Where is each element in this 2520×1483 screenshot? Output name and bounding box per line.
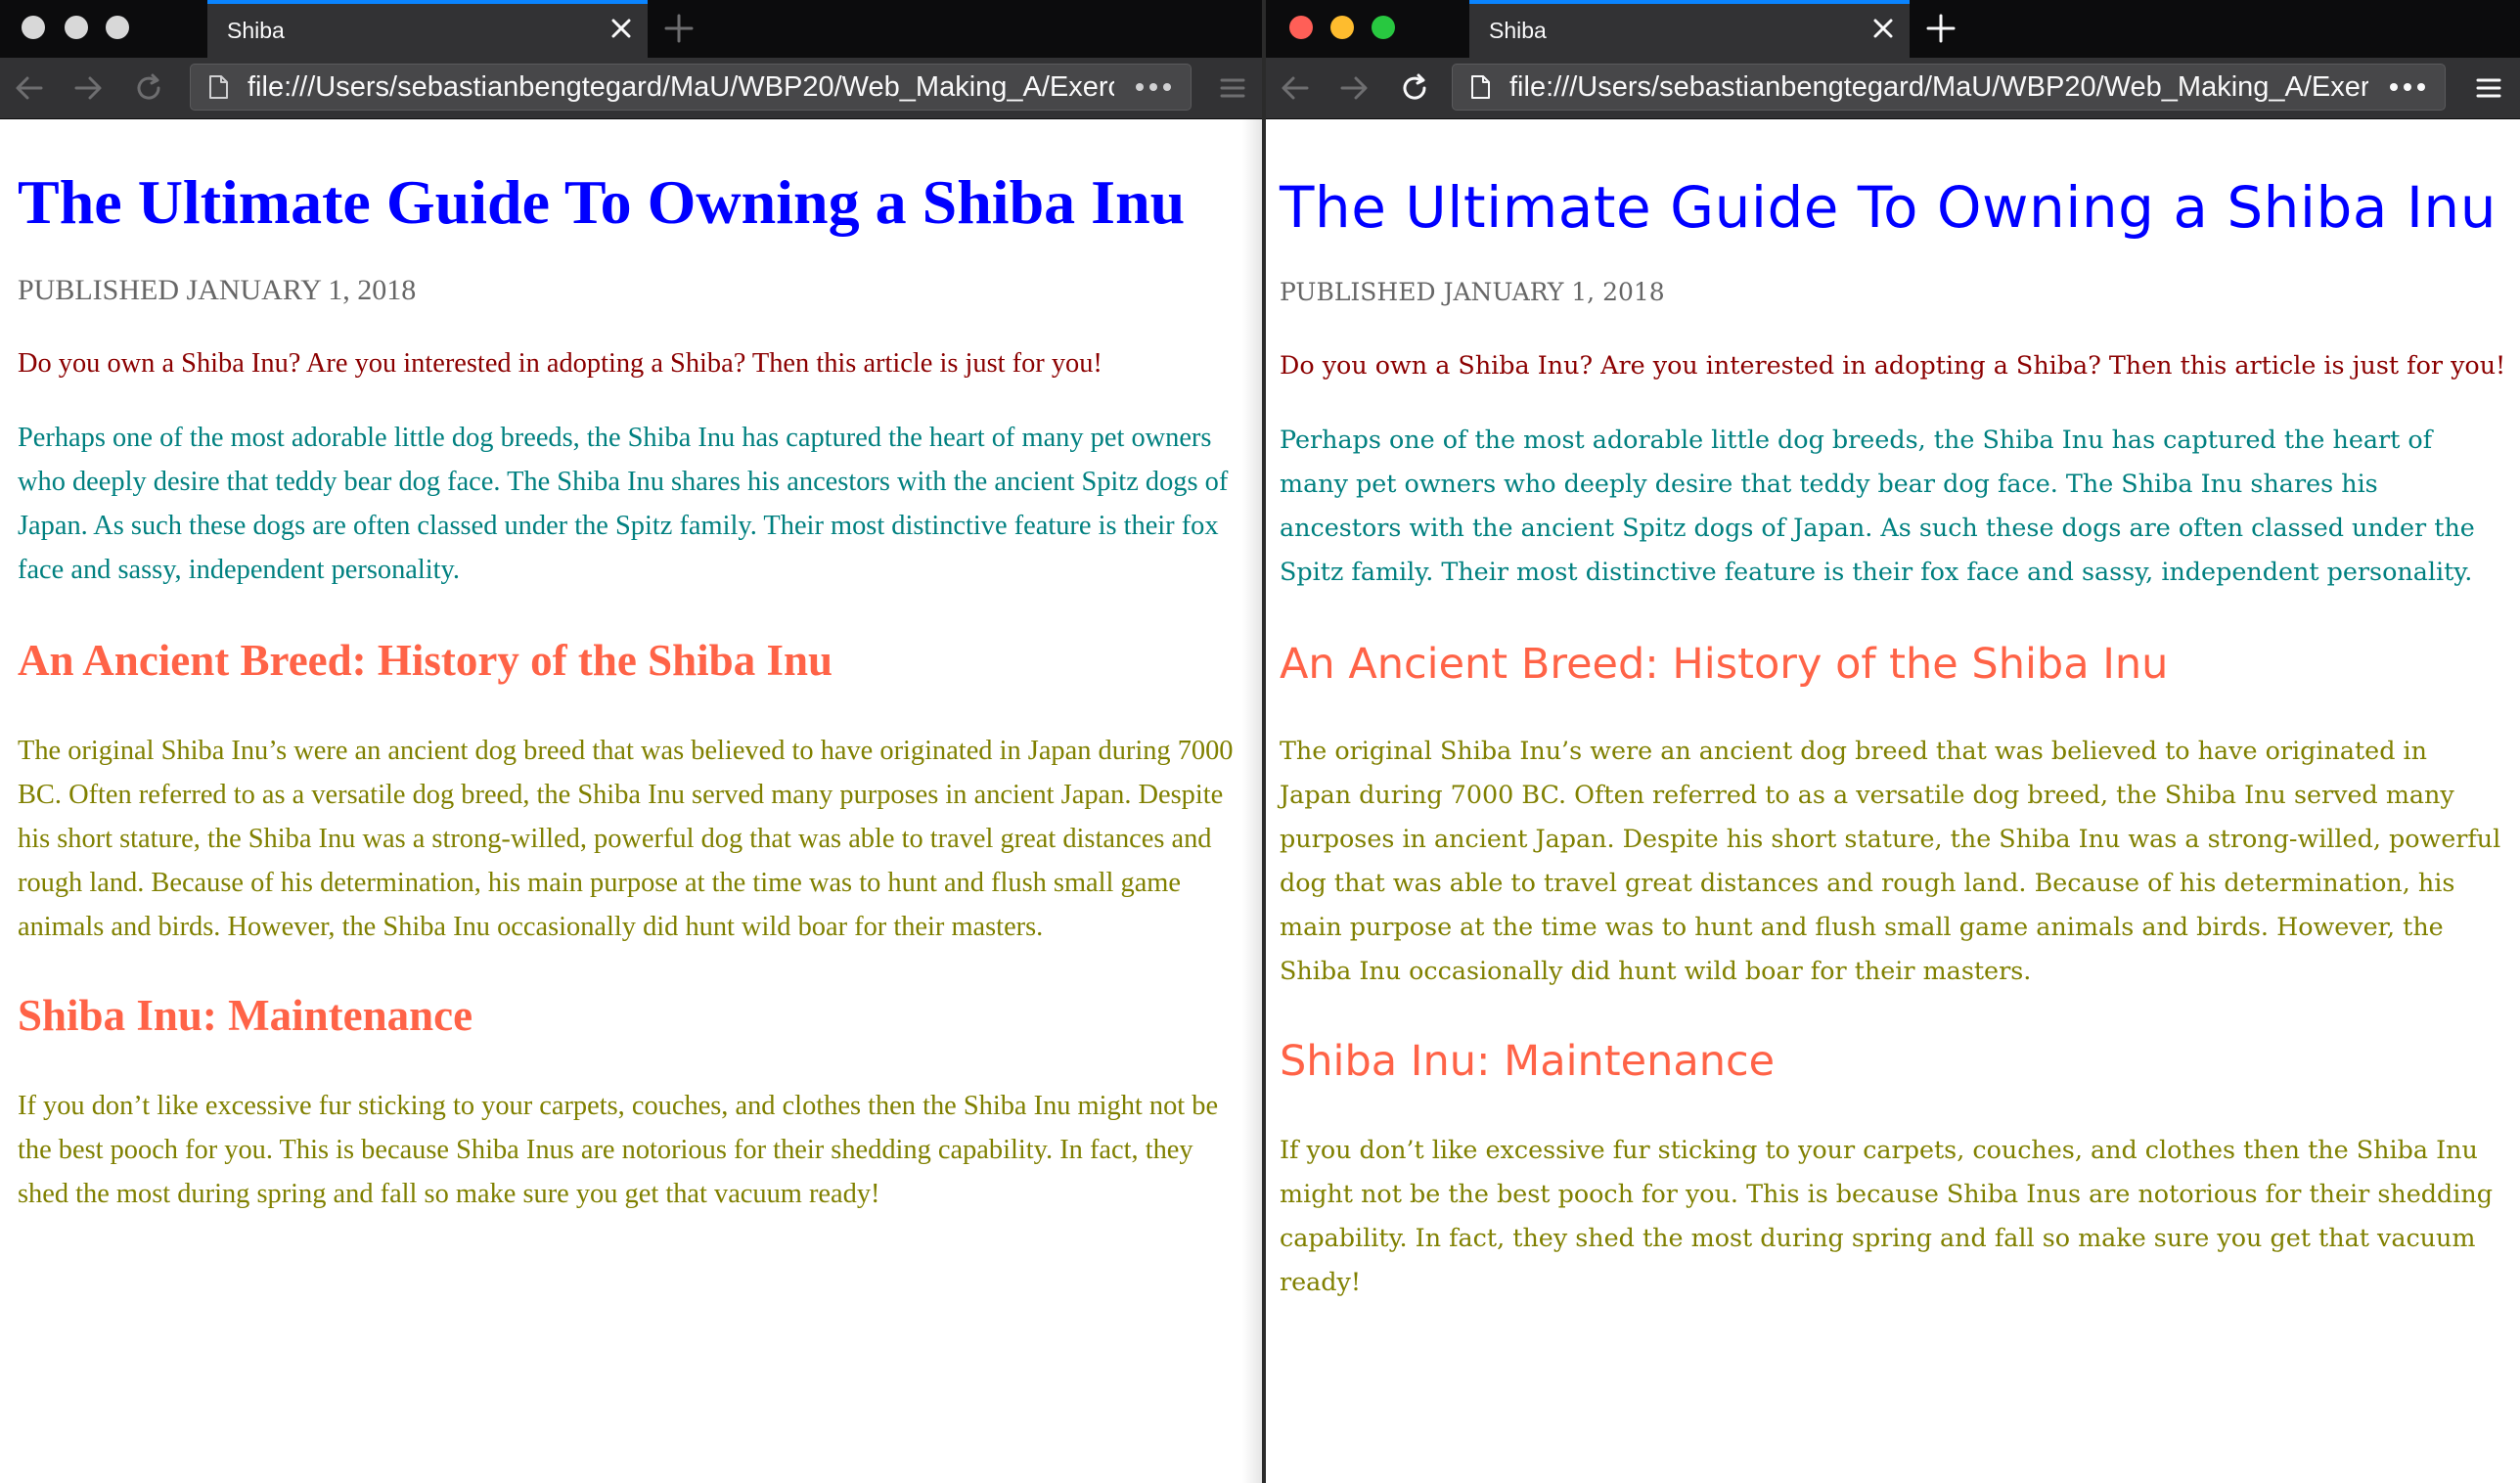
- zoom-window-icon[interactable]: [106, 16, 129, 39]
- url-text[interactable]: file:///Users/sebastianbengtegard/MaU/WB…: [1509, 65, 2368, 110]
- back-arrow-icon[interactable]: [1278, 70, 1313, 106]
- tab-title: Shiba: [1489, 18, 1547, 43]
- tab-title: Shiba: [227, 18, 285, 43]
- maintenance-heading: Shiba Inu: Maintenance: [1280, 1037, 1776, 1086]
- page-title: The Ultimate Guide To Owning a Shiba Inu: [1280, 174, 2497, 241]
- title-bar: Shiba: [0, 0, 1262, 58]
- hamburger-menu-icon[interactable]: [2471, 70, 2506, 106]
- plus-icon[interactable]: [660, 10, 698, 47]
- reload-icon[interactable]: [1397, 70, 1432, 106]
- close-window-icon[interactable]: [22, 16, 45, 39]
- lead-paragraph: Perhaps one of the most adorable little …: [18, 423, 1229, 585]
- browser-window-right: Shiba file:///Users/sebastianbengtegard/…: [1266, 0, 2520, 1483]
- page-content: The Ultimate Guide To Owning a Shiba Inu…: [0, 119, 1262, 1483]
- page-icon: [209, 75, 228, 99]
- history-paragraph: The original Shiba Inu’s were an ancient…: [18, 736, 1234, 942]
- close-icon[interactable]: [605, 12, 638, 45]
- forward-arrow-icon[interactable]: [70, 70, 106, 106]
- more-icon[interactable]: [2378, 67, 2437, 108]
- browser-window-left: Shiba file:///Users/sebastianbengtegard/…: [0, 0, 1262, 1483]
- minimize-window-icon[interactable]: [1330, 16, 1354, 39]
- url-text[interactable]: file:///Users/sebastianbengtegard/MaU/WB…: [248, 65, 1114, 110]
- close-icon[interactable]: [1867, 12, 1900, 45]
- back-arrow-icon[interactable]: [12, 70, 47, 106]
- history-heading: An Ancient Breed: History of the Shiba I…: [18, 636, 833, 685]
- url-bar[interactable]: file:///Users/sebastianbengtegard/MaU/WB…: [190, 64, 1192, 111]
- maintenance-heading: Shiba Inu: Maintenance: [18, 991, 473, 1040]
- forward-arrow-icon[interactable]: [1336, 70, 1372, 106]
- reload-icon[interactable]: [131, 70, 166, 106]
- history-heading: An Ancient Breed: History of the Shiba I…: [1280, 640, 2169, 689]
- published-date: PUBLISHED JANUARY 1, 2018: [1280, 278, 1665, 306]
- url-bar[interactable]: file:///Users/sebastianbengtegard/MaU/WB…: [1452, 64, 2446, 111]
- nav-toolbar: file:///Users/sebastianbengtegard/MaU/WB…: [1266, 58, 2520, 119]
- page-content: The Ultimate Guide To Owning a Shiba Inu…: [1266, 119, 2520, 1483]
- intro-paragraph: Do you own a Shiba Inu? Are you interest…: [18, 348, 1102, 379]
- history-paragraph: The original Shiba Inu’s were an ancient…: [1280, 736, 2501, 985]
- title-bar: Shiba: [1266, 0, 2520, 58]
- nav-toolbar: file:///Users/sebastianbengtegard/MaU/WB…: [0, 58, 1262, 119]
- maintenance-paragraph: If you don’t like excessive fur sticking…: [1280, 1135, 2494, 1296]
- lead-paragraph: Perhaps one of the most adorable little …: [1280, 425, 2475, 586]
- plus-icon[interactable]: [1922, 10, 1959, 47]
- zoom-window-icon[interactable]: [1372, 16, 1395, 39]
- page-icon: [1471, 75, 1490, 99]
- intro-paragraph: Do you own a Shiba Inu? Are you interest…: [1280, 350, 2506, 380]
- tab-shiba[interactable]: Shiba: [1469, 0, 1910, 58]
- hamburger-menu-icon[interactable]: [1215, 70, 1250, 106]
- maintenance-paragraph: If you don’t like excessive fur sticking…: [18, 1091, 1219, 1209]
- close-window-icon[interactable]: [1289, 16, 1313, 39]
- more-icon[interactable]: [1124, 67, 1183, 108]
- tab-shiba[interactable]: Shiba: [207, 0, 648, 58]
- window-edge-shadow: [1242, 119, 1262, 1483]
- minimize-window-icon[interactable]: [65, 16, 88, 39]
- page-title: The Ultimate Guide To Owning a Shiba Inu: [18, 167, 1186, 237]
- published-date: PUBLISHED JANUARY 1, 2018: [18, 274, 417, 306]
